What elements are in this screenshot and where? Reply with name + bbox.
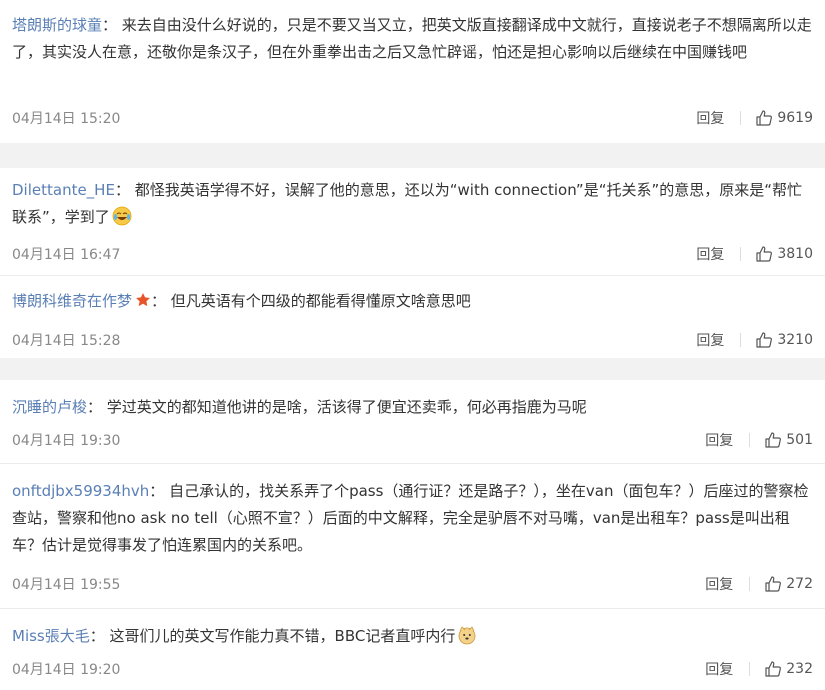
- comment-text: 塔朗斯的球童： 来去自由没什么好说的，只是不要又当又立，把英文版直接翻译成中文就…: [12, 16, 812, 61]
- thumbs-up-icon: [756, 110, 773, 126]
- comment-actions: 回复 3210: [696, 330, 813, 350]
- like-count: 272: [786, 576, 813, 592]
- action-separator: [740, 247, 742, 261]
- comment-text: 博朗科维奇在作梦： 但凡英语有个四级的都能看得懂原文啥意思吧: [12, 292, 471, 310]
- comment-time: 04月14日 19:30: [12, 433, 121, 449]
- thumbs-up-icon: [765, 432, 782, 448]
- reply-button[interactable]: 回复: [696, 108, 724, 128]
- action-separator: [740, 333, 742, 347]
- comment-username[interactable]: 博朗科维奇在作梦: [12, 292, 132, 310]
- comment-meta: 04月14日 15:20 回复 9619: [12, 106, 813, 130]
- comment-body: 来去自由没什么好说的，只是不要又当又立，把英文版直接翻译成中文就行，直接说老子不…: [12, 16, 812, 61]
- comment-time: 04月14日 19:20: [12, 662, 121, 678]
- comment-meta: 04月14日 15:28 回复 3210: [12, 328, 813, 352]
- comment-actions: 回复 3810: [696, 244, 813, 264]
- like-count: 501: [786, 432, 813, 448]
- comment-body: 这哥们儿的英文写作能力真不错，BBC记者直呼内行: [109, 627, 456, 645]
- laughing-tears-emoji: [112, 206, 132, 226]
- comment-time: 04月14日 19:55: [12, 577, 121, 593]
- comment-username[interactable]: 塔朗斯的球童: [12, 16, 102, 34]
- comment-time: 04月14日 15:28: [12, 333, 121, 349]
- like-count: 232: [786, 661, 813, 677]
- comment-time: 04月14日 15:20: [12, 111, 121, 127]
- comment-4: 沉睡的卢梭： 学过英文的都知道他讲的是啥，活该得了便宜还卖乖，何必再指鹿为马呢: [0, 394, 825, 421]
- comment-meta: 04月14日 19:55 回复 272: [12, 572, 813, 596]
- comment-username[interactable]: Dilettante_HE: [12, 181, 115, 199]
- thumbs-up-icon: [756, 246, 773, 262]
- comment-actions: 回复 9619: [696, 108, 813, 128]
- comment-username[interactable]: onftdjbx59934hvh: [12, 482, 149, 500]
- action-separator: [749, 433, 751, 447]
- action-separator: [740, 111, 742, 125]
- reply-button[interactable]: 回复: [705, 430, 733, 450]
- star-icon: [136, 293, 150, 307]
- reply-button[interactable]: 回复: [705, 659, 733, 679]
- comment-text: Dilettante_HE： 都怪我英语学得不好，误解了他的意思，还以为“wit…: [12, 181, 803, 226]
- comment-actions: 回复 501: [705, 430, 813, 450]
- comment-body: 学过英文的都知道他讲的是啥，活该得了便宜还卖乖，何必再指鹿为马呢: [106, 398, 587, 416]
- comment-6: Miss張大毛： 这哥们儿的英文写作能力真不错，BBC记者直呼内行: [0, 623, 825, 650]
- comment-body: 但凡英语有个四级的都能看得懂原文啥意思吧: [170, 292, 471, 310]
- comment-text: 沉睡的卢梭： 学过英文的都知道他讲的是啥，活该得了便宜还卖乖，何必再指鹿为马呢: [12, 398, 587, 416]
- comment-3: 博朗科维奇在作梦： 但凡英语有个四级的都能看得懂原文啥意思吧: [0, 288, 825, 315]
- comment-divider: [0, 463, 825, 464]
- comment-meta: 04月14日 16:47 回复 3810: [12, 242, 813, 266]
- like-button[interactable]: 3810: [755, 245, 813, 263]
- comment-meta: 04月14日 19:20 回复 232: [12, 657, 813, 681]
- action-separator: [749, 577, 751, 591]
- thumbs-up-icon: [756, 332, 773, 348]
- like-button[interactable]: 232: [764, 660, 813, 678]
- comment-2: Dilettante_HE： 都怪我英语学得不好，误解了他的意思，还以为“wit…: [0, 177, 825, 231]
- reply-button[interactable]: 回复: [705, 574, 733, 594]
- like-count: 9619: [777, 110, 813, 126]
- comment-username[interactable]: Miss張大毛: [12, 627, 90, 645]
- comment-card-2: Dilettante_HE： 都怪我英语学得不好，误解了他的意思，还以为“wit…: [0, 168, 825, 358]
- comment-card-1: 塔朗斯的球童： 来去自由没什么好说的，只是不要又当又立，把英文版直接翻译成中文就…: [0, 0, 825, 143]
- reply-button[interactable]: 回复: [696, 330, 724, 350]
- like-button[interactable]: 3210: [755, 331, 813, 349]
- comment-1: 塔朗斯的球童： 来去自由没什么好说的，只是不要又当又立，把英文版直接翻译成中文就…: [0, 12, 825, 66]
- comment-meta: 04月14日 19:30 回复 501: [12, 428, 813, 452]
- like-button[interactable]: 9619: [755, 109, 813, 127]
- comment-divider: [0, 608, 825, 609]
- doge-emoji: [458, 626, 476, 645]
- reply-button[interactable]: 回复: [696, 244, 724, 264]
- comment-actions: 回复 272: [705, 574, 813, 594]
- comment-time: 04月14日 16:47: [12, 247, 121, 263]
- comment-text: onftdjbx59934hvh： 自己承认的，找关系弄了个pass（通行证？还…: [12, 482, 809, 554]
- like-button[interactable]: 272: [764, 575, 813, 593]
- comment-username[interactable]: 沉睡的卢梭: [12, 398, 87, 416]
- comment-card-3: 沉睡的卢梭： 学过英文的都知道他讲的是啥，活该得了便宜还卖乖，何必再指鹿为马呢 …: [0, 380, 825, 690]
- action-separator: [749, 662, 751, 676]
- comment-actions: 回复 232: [705, 659, 813, 679]
- like-count: 3210: [777, 332, 813, 348]
- thumbs-up-icon: [765, 576, 782, 592]
- like-count: 3810: [777, 246, 813, 262]
- comment-divider: [0, 275, 825, 276]
- thumbs-up-icon: [765, 661, 782, 677]
- like-button[interactable]: 501: [764, 431, 813, 449]
- comment-text: Miss張大毛： 这哥们儿的英文写作能力真不错，BBC记者直呼内行: [12, 623, 813, 650]
- comment-5: onftdjbx59934hvh： 自己承认的，找关系弄了个pass（通行证？还…: [0, 478, 825, 559]
